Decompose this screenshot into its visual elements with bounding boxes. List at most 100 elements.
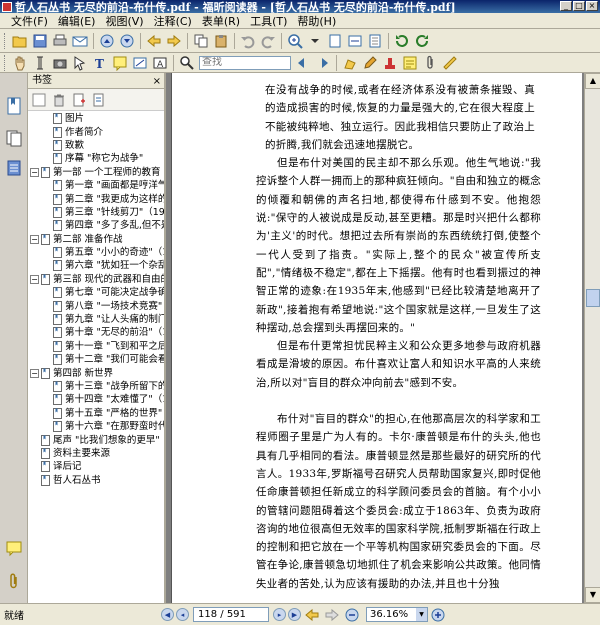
note-icon[interactable] bbox=[111, 54, 129, 72]
layers-panel-icon[interactable] bbox=[5, 159, 23, 177]
bookmark-item[interactable]: 第五章 "小小的奇迹"（19 bbox=[28, 246, 164, 259]
bookmark-item[interactable]: 第十四章 "太难懂了"（19 bbox=[28, 393, 164, 406]
menu-edit[interactable]: 编辑(E) bbox=[53, 13, 101, 29]
page-up-icon[interactable] bbox=[98, 32, 116, 50]
scroll-thumb[interactable] bbox=[586, 289, 600, 307]
bookmark-item[interactable]: − 第一部 一个工程师的教育 bbox=[28, 166, 164, 179]
toolbar-grip[interactable] bbox=[4, 54, 7, 71]
bookmark-item[interactable]: 第四章 "多了多乱,但不是 bbox=[28, 219, 164, 232]
close-icon[interactable]: × bbox=[586, 1, 598, 11]
history-forward-icon[interactable] bbox=[323, 606, 341, 624]
select-text-icon[interactable] bbox=[31, 54, 49, 72]
bookmark-item[interactable]: 第三章 "针线剪刀"（1919 bbox=[28, 206, 164, 219]
find-icon[interactable] bbox=[178, 54, 196, 72]
menu-view[interactable]: 视图(V) bbox=[100, 13, 148, 29]
bookmark-item[interactable]: 致歉 bbox=[28, 139, 164, 152]
hand-tool-icon[interactable] bbox=[11, 54, 29, 72]
menu-form[interactable]: 表单(R) bbox=[197, 13, 245, 29]
open-icon[interactable] bbox=[11, 32, 29, 50]
delete-bookmark-icon[interactable] bbox=[52, 93, 66, 107]
menu-tools[interactable]: 工具(T) bbox=[245, 13, 292, 29]
bookmark-item[interactable]: − 第三部 现代的武器和自由的 bbox=[28, 273, 164, 286]
copy-icon[interactable] bbox=[192, 32, 210, 50]
bookmark-item[interactable]: 第八章 "一场技术竞赛"（ bbox=[28, 299, 164, 312]
document-view[interactable]: 在没有战争的时候,或者在经济体系没有被萧条摧毁、真的造成损害的时候,恢复的力量是… bbox=[166, 73, 584, 603]
measure-icon[interactable] bbox=[441, 54, 459, 72]
zoom-dropdown-icon[interactable] bbox=[306, 32, 324, 50]
zoom-level-input[interactable]: 36.16% ▼ bbox=[366, 607, 428, 622]
zoom-out-icon[interactable] bbox=[343, 606, 361, 624]
bookmark-item[interactable]: 第十五章 "严格的世界"（ bbox=[28, 407, 164, 420]
bookmark-item[interactable]: 第十六章 "在那野蛮时代 bbox=[28, 420, 164, 433]
email-icon[interactable] bbox=[71, 32, 89, 50]
maximize-icon[interactable]: □ bbox=[573, 1, 585, 11]
collapse-icon[interactable]: − bbox=[30, 368, 39, 378]
bookmark-item[interactable]: 作者简介 bbox=[28, 125, 164, 138]
bookmark-item[interactable]: 第六章 "犹如狂一个杂乱 bbox=[28, 259, 164, 272]
rotate-ccw-icon[interactable] bbox=[413, 32, 431, 50]
collapse-icon[interactable]: − bbox=[30, 234, 39, 244]
find-next-icon[interactable] bbox=[314, 54, 332, 72]
bookmark-item[interactable]: 第十章 "无尽的前沿"（19 bbox=[28, 326, 164, 339]
save-icon[interactable] bbox=[31, 32, 49, 50]
comments-panel-icon[interactable] bbox=[5, 539, 23, 557]
bookmark-item[interactable]: 译后记 bbox=[28, 460, 164, 473]
pencil-icon[interactable] bbox=[361, 54, 379, 72]
bookmark-item[interactable]: 序幕 "称它为战争" bbox=[28, 152, 164, 165]
new-bookmark-icon[interactable] bbox=[72, 93, 86, 107]
print-icon[interactable] bbox=[51, 32, 69, 50]
page-number-input[interactable]: 118 / 591 bbox=[193, 607, 269, 622]
undo-icon[interactable] bbox=[239, 32, 257, 50]
actual-size-icon[interactable] bbox=[366, 32, 384, 50]
bookmark-item[interactable]: 第十一章 "飞到和平之后" bbox=[28, 340, 164, 353]
history-back-icon[interactable] bbox=[303, 606, 321, 624]
back-icon[interactable] bbox=[145, 32, 163, 50]
last-page-icon[interactable]: ▶ bbox=[288, 608, 301, 621]
zoom-dropdown-icon[interactable]: ▼ bbox=[416, 608, 427, 621]
zoom-in-icon[interactable] bbox=[286, 32, 304, 50]
pdf-page[interactable]: 在没有战争的时候,或者在经济体系没有被萧条摧毁、真的造成损害的时候,恢复的力量是… bbox=[171, 73, 582, 603]
fit-page-icon[interactable] bbox=[326, 32, 344, 50]
pages-panel-icon[interactable] bbox=[5, 129, 23, 147]
bookmark-item[interactable]: 哲人石丛书 bbox=[28, 474, 164, 487]
first-page-icon[interactable]: ◀ bbox=[161, 608, 174, 621]
bookmark-item[interactable]: 第九章 "让人头痛的制门" bbox=[28, 313, 164, 326]
paste-icon[interactable] bbox=[212, 32, 230, 50]
collapse-icon[interactable]: − bbox=[30, 274, 39, 284]
menu-file[interactable]: 文件(F) bbox=[6, 13, 53, 29]
text-box-icon[interactable]: A bbox=[151, 54, 169, 72]
highlight-icon[interactable] bbox=[341, 54, 359, 72]
menu-comment[interactable]: 注释(C) bbox=[149, 13, 197, 29]
scroll-up-icon[interactable]: ▲ bbox=[585, 73, 600, 89]
comment-list-icon[interactable] bbox=[401, 54, 419, 72]
expand-bookmark-icon[interactable] bbox=[92, 93, 106, 107]
search-input[interactable] bbox=[199, 55, 291, 70]
fit-width-icon[interactable] bbox=[346, 32, 364, 50]
typewriter-icon[interactable]: T bbox=[91, 54, 109, 72]
stamp-icon[interactable] bbox=[381, 54, 399, 72]
bookmark-item[interactable]: 图片 bbox=[28, 112, 164, 125]
bookmark-item[interactable]: 第七章 "可能决定战争确 bbox=[28, 286, 164, 299]
bookmark-item[interactable]: − 第二部 准备作战 bbox=[28, 233, 164, 246]
collapse-icon[interactable]: − bbox=[30, 167, 39, 177]
find-prev-icon[interactable] bbox=[294, 54, 312, 72]
snapshot-icon[interactable] bbox=[51, 54, 69, 72]
bookmark-item[interactable]: 第十三章 "战争所留下的 bbox=[28, 380, 164, 393]
bookmark-options-icon[interactable] bbox=[32, 93, 46, 107]
bookmarks-panel-icon[interactable] bbox=[5, 97, 23, 115]
rotate-icon[interactable] bbox=[393, 32, 411, 50]
bookmark-item[interactable]: 尾声 "比我们想象的更早" bbox=[28, 433, 164, 446]
bookmark-item[interactable]: 第一章 "画面都是哼洋气" bbox=[28, 179, 164, 192]
menu-help[interactable]: 帮助(H) bbox=[292, 13, 341, 29]
vertical-scrollbar[interactable]: ▲ ▼ bbox=[584, 73, 600, 603]
bookmark-item[interactable]: 第十二章 "我们可能会看 bbox=[28, 353, 164, 366]
minimize-icon[interactable]: _ bbox=[560, 1, 572, 11]
link-tool-icon[interactable] bbox=[131, 54, 149, 72]
select-annotation-icon[interactable] bbox=[71, 54, 89, 72]
bookmark-item[interactable]: − 第四部 新世界 bbox=[28, 366, 164, 379]
next-page-icon[interactable]: ▸ bbox=[273, 608, 286, 621]
forward-icon[interactable] bbox=[165, 32, 183, 50]
close-panel-icon[interactable]: × bbox=[153, 74, 161, 90]
scroll-down-icon[interactable]: ▼ bbox=[585, 587, 600, 603]
zoom-in-status-icon[interactable] bbox=[429, 606, 447, 624]
